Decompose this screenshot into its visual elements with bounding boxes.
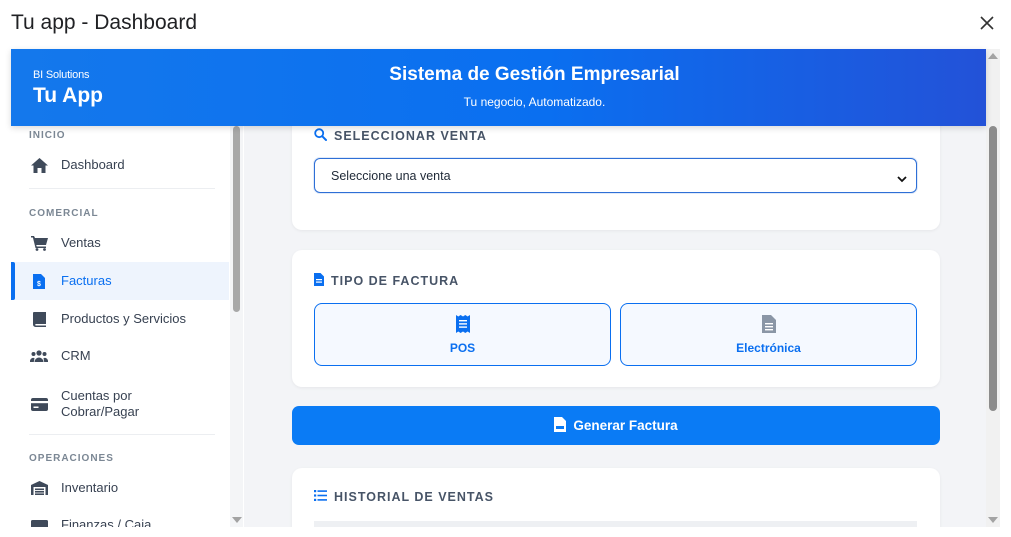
sidebar-item-label: Inventario — [61, 480, 119, 495]
sidebar-item-label: CRM — [61, 348, 91, 363]
sidebar-divider — [29, 188, 215, 189]
sidebar-item-ventas[interactable]: Ventas — [11, 224, 229, 262]
cart-icon — [30, 234, 48, 252]
sidebar-divider — [29, 434, 215, 435]
sidebar-item-label: Cuentas por Cobrar/Pagar — [61, 388, 139, 420]
invoice-type-electronic-label: Electrónica — [736, 341, 801, 355]
invoice-icon: $ — [30, 272, 48, 290]
invoice-type-electronic-button[interactable]: Electrónica — [620, 303, 917, 366]
file-lines-icon — [621, 315, 916, 333]
sidebar-scroll-down-arrow-icon[interactable] — [232, 517, 242, 523]
system-subtitle: Tu negocio, Automatizado. — [463, 95, 606, 109]
generate-invoice-label: Generar Factura — [573, 418, 678, 433]
sale-select-value: Seleccione una venta — [331, 168, 451, 183]
invoice-type-pos-button[interactable]: POS — [314, 303, 611, 366]
sidebar-item-inventario[interactable]: Inventario — [11, 469, 229, 507]
scroll-down-arrow-icon[interactable] — [988, 517, 998, 523]
users-icon — [30, 347, 48, 365]
sidebar-item-cuentas[interactable]: Cuentas por Cobrar/Pagar — [11, 382, 229, 426]
window-title: Tu app - Dashboard — [11, 11, 197, 34]
book-icon — [30, 310, 48, 328]
card-icon — [30, 395, 48, 413]
sales-history-title: HISTORIAL DE VENTAS — [314, 490, 494, 504]
main-content: SELECCIONAR VENTA Seleccione una venta T… — [244, 126, 986, 527]
sidebar-item-dashboard[interactable]: Dashboard — [11, 146, 229, 184]
sidebar-item-facturas[interactable]: $ Facturas — [11, 262, 229, 300]
svg-text:$: $ — [37, 281, 41, 288]
sidebar-item-label: Facturas — [61, 273, 112, 288]
sidebar-scrollbar-thumb[interactable] — [233, 126, 240, 312]
select-sale-title: SELECCIONAR VENTA — [314, 128, 487, 144]
chevron-down-icon — [897, 172, 907, 186]
select-sale-card: SELECCIONAR VENTA Seleccione una venta — [292, 126, 940, 230]
sidebar-item-label: Ventas — [61, 235, 101, 250]
invoice-type-pos-label: POS — [449, 341, 476, 355]
sale-select[interactable]: Seleccione una venta — [314, 158, 917, 193]
window-titlebar: Tu app - Dashboard — [0, 0, 1011, 48]
sidebar-item-label: Productos y Servicios — [61, 311, 186, 326]
search-icon — [314, 128, 327, 144]
page-scrollbar[interactable] — [986, 49, 1000, 527]
system-title: Sistema de Gestión Empresarial — [389, 64, 680, 85]
sidebar-item-label-line-1: Cuentas por — [61, 388, 132, 403]
warehouse-icon — [30, 479, 48, 497]
invoice-type-title-text: TIPO DE FACTURA — [331, 274, 460, 288]
invoice-type-title: TIPO DE FACTURA — [314, 273, 459, 289]
select-sale-title-text: SELECCIONAR VENTA — [334, 129, 487, 143]
sidebar: INICIO Dashboard COMERCIAL Ventas $ Fact… — [11, 126, 243, 527]
sidebar-item-label: Finanzas / Caja — [61, 517, 152, 527]
page-scrollbar-thumb[interactable] — [989, 126, 997, 411]
invoice-type-card: TIPO DE FACTURA POS Electrónica — [292, 250, 940, 387]
finance-icon — [30, 516, 48, 527]
sidebar-section-comercial: COMERCIAL — [29, 208, 99, 219]
sidebar-section-inicio: INICIO — [29, 130, 66, 141]
list-icon — [314, 490, 327, 504]
sidebar-item-label-line-2: Cobrar/Pagar — [61, 404, 140, 419]
app-header: BI Solutions Tu App Sistema de Gestión E… — [11, 49, 986, 126]
receipt-icon — [315, 315, 610, 333]
sales-history-title-text: HISTORIAL DE VENTAS — [334, 490, 494, 504]
file-icon — [314, 273, 324, 289]
sidebar-item-crm[interactable]: CRM — [11, 337, 229, 375]
close-icon[interactable] — [975, 11, 999, 35]
generate-invoice-button[interactable]: Generar Factura — [292, 406, 940, 445]
sidebar-section-operaciones: OPERACIONES — [29, 453, 114, 464]
sales-history-card: HISTORIAL DE VENTAS — [292, 468, 940, 527]
sidebar-scrollbar[interactable] — [230, 126, 243, 527]
home-icon — [30, 156, 48, 174]
sidebar-item-label: Dashboard — [61, 157, 125, 172]
sidebar-item-productos[interactable]: Productos y Servicios — [11, 300, 229, 338]
sales-history-table-header — [314, 521, 917, 527]
scroll-up-arrow-icon[interactable] — [988, 53, 998, 59]
file-invoice-icon — [554, 416, 567, 435]
sidebar-item-finanzas[interactable]: Finanzas / Caja — [11, 506, 229, 527]
